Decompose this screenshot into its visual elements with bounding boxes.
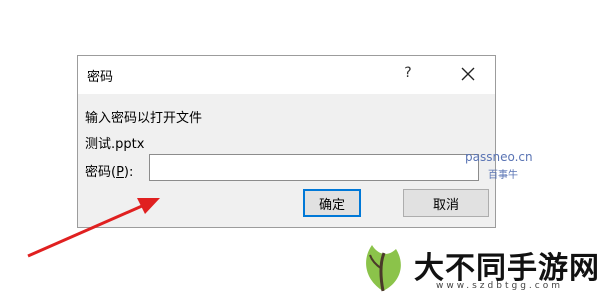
watermark-site: passneo.cn [465,150,533,164]
watermark-sub: 百事牛 [488,170,518,181]
leaf-logo-icon [366,245,401,292]
banner-url: www.szdbtgg.com [436,281,563,291]
site-banner: 大不同手游网 www.szdbtgg.com [352,237,603,295]
